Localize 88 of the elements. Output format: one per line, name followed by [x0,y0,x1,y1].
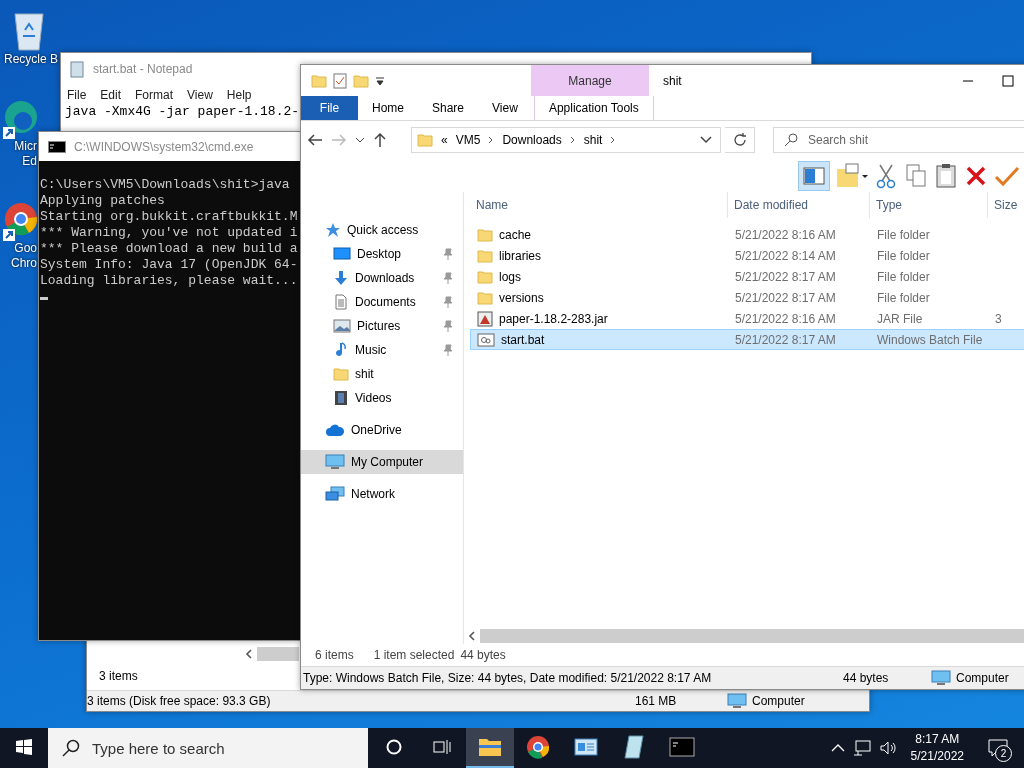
location-text: Computer [752,694,805,708]
file-row[interactable]: libraries 5/21/2022 8:14 AM File folder [470,245,1024,266]
icon-label[interactable]: Chro [11,256,37,271]
file-row[interactable]: logs 5/21/2022 8:17 AM File folder [470,266,1024,287]
column-header[interactable]: Type [870,192,988,218]
column-header[interactable]: Size [988,192,1024,218]
item-count: 3 items [99,669,138,683]
type-cell-text: File folder [876,290,931,305]
clock[interactable]: 8:17 AM 5/21/2022 [904,731,970,765]
size-text: 161 MB [635,694,678,708]
date-cell-text: 5/21/2022 8:14 AM [734,248,837,263]
nav-item[interactable]: Music [301,338,463,362]
date-cell-text: 5/21/2022 8:17 AM [734,332,837,347]
menu-item[interactable]: View [187,87,213,102]
window-title: C:\WINDOWS\system32\cmd.exe [74,139,254,154]
menu-item[interactable]: Format [135,87,174,102]
menu-item[interactable]: Edit [100,87,122,102]
file-row[interactable]: cache 5/21/2022 8:16 AM File folder [470,224,1024,245]
nav-item[interactable]: Network [301,482,463,506]
file-name: libraries [499,248,541,263]
date-cell-text: 5/21/2022 8:17 AM [734,290,837,305]
icon-label[interactable]: Recycle B [3,52,58,67]
search-box[interactable]: Search shit [773,127,1024,153]
nav-item[interactable]: Videos [301,386,463,410]
size-cell-text: 3 [994,311,1003,326]
file-name: start.bat [501,332,545,347]
type-cell-text: File folder [876,227,931,242]
column-header[interactable]: Date modified [728,192,870,218]
breadcrumb[interactable]: shit [583,133,603,147]
type-cell-text: JAR File [876,311,924,326]
file-name: versions [499,290,544,305]
ribbon-tab[interactable]: Home [358,96,418,120]
text-line: java -Xmx4G -jar paper-1.18.2- [65,104,300,120]
file-name: logs [499,269,521,284]
file-name: cache [499,227,532,242]
date-cell-text: 5/21/2022 8:16 AM [734,227,837,242]
console-line: *** Warning, you've not updated i [39,225,299,241]
nav-item[interactable]: Downloads [301,266,463,290]
console-line: *** Please download a new build a [39,241,299,257]
context-tab-header: Manage [531,65,649,96]
window-title: shit [663,73,682,88]
size-text: 44 bytes [843,671,890,685]
type-cell-text: File folder [876,248,931,263]
nav-item[interactable]: Desktop [301,242,463,266]
item-count: 6 items [315,648,354,662]
file-row[interactable]: versions 5/21/2022 8:17 AM File folder [470,287,1024,308]
nav-item[interactable]: OneDrive [301,418,463,442]
address-bar[interactable]: « VM5 Downloads shit [411,127,721,153]
type-cell-text: Windows Batch File [876,332,984,347]
file-name: paper-1.18.2-283.jar [499,311,608,326]
location-text: Computer [956,671,1009,685]
date-cell-text: 5/21/2022 8:16 AM [734,311,837,326]
nav-item[interactable]: My Computer [301,450,463,474]
overflow-chevron[interactable]: « [441,133,448,147]
selection-count: 1 item selected [373,648,455,662]
console-line: Starting org.bukkit.craftbukkit.M [39,209,299,225]
icon-label[interactable]: Micr [14,139,37,154]
file-row[interactable]: start.bat 5/21/2022 8:17 AM Windows Batch File [470,329,1024,350]
type-cell-text: File folder [876,269,931,284]
icon-label[interactable]: Goo [14,241,37,256]
console-line: Applying patches [39,193,166,209]
taskbar-search-box[interactable]: Type here to search [48,728,368,768]
nav-item[interactable]: shit [301,362,463,386]
file-row[interactable]: paper-1.18.2-283.jar 5/21/2022 8:16 AM JAR File 3 [470,308,1024,329]
menu-item[interactable]: Help [226,87,252,102]
icon-label[interactable]: Ed [22,154,37,169]
console-line: System Info: Java 17 (OpenJDK 64- [39,257,299,273]
console-line: C:\Users\VM5\Downloads\shit>java [39,177,291,193]
taskbar-search-field[interactable]: Type here to search [92,739,368,757]
status-text: 3 items (Disk free space: 93.3 GB) [87,694,272,708]
notification-button[interactable]: 2 [978,728,1018,768]
menu-item[interactable]: File [67,87,87,102]
breadcrumb[interactable]: VM5 [455,133,481,147]
ribbon-tab[interactable]: Share [418,96,479,120]
date-cell-text: 5/21/2022 8:17 AM [734,269,837,284]
notification-count: 2 [995,745,1012,762]
nav-item[interactable]: Pictures [301,314,463,338]
window-title: start.bat - Notepad [93,62,193,76]
column-header[interactable]: Name [470,192,728,218]
details-text: Type: Windows Batch File, Size: 44 bytes, Date modified: 5/21/2022 8:17 AM [303,671,713,685]
breadcrumb[interactable]: Downloads [502,133,562,147]
selection-size: 44 bytes [460,648,506,662]
context-ribbon-tab[interactable]: Application Tools [533,96,654,120]
console-line: Loading libraries, please wait... [39,273,299,289]
ribbon-tab[interactable]: View [478,96,532,120]
nav-item[interactable]: Quick access [301,218,463,242]
nav-item[interactable]: Documents [301,290,463,314]
file-tab[interactable]: File [301,96,358,120]
